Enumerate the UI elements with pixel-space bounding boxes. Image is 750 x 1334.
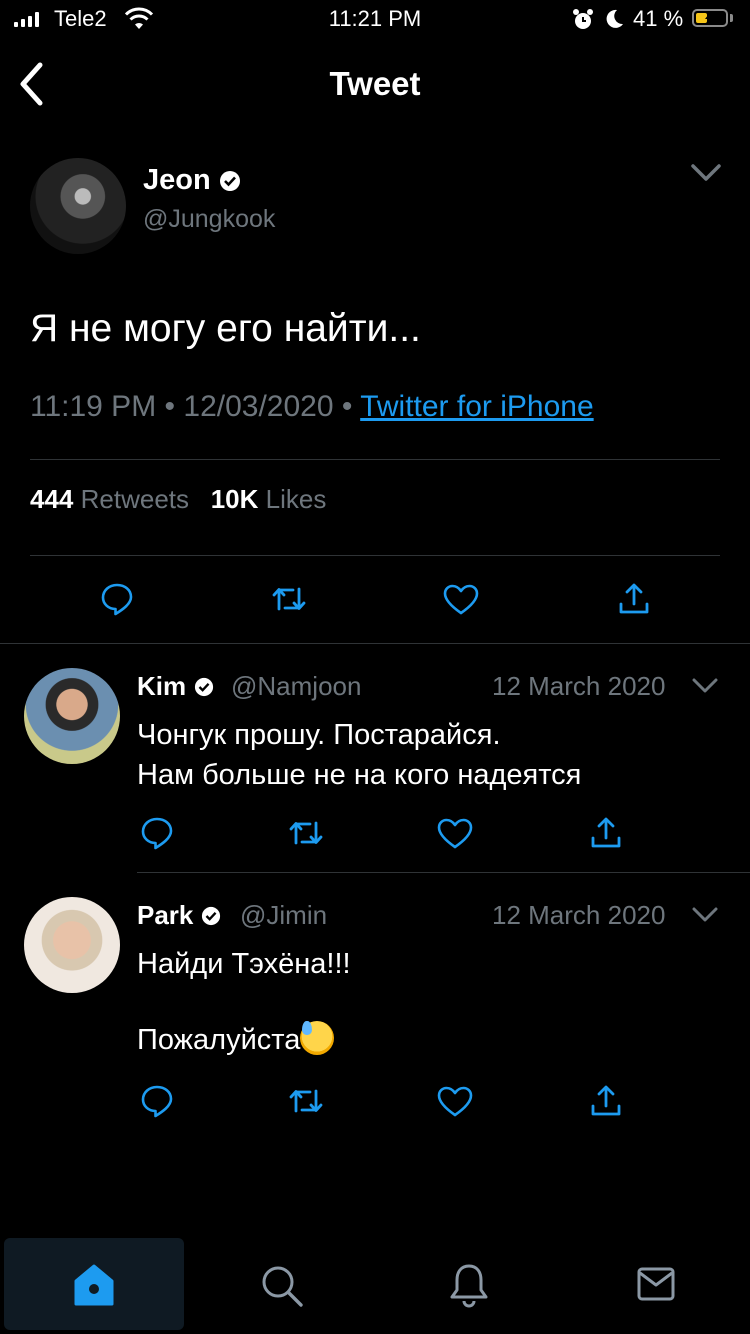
tab-home[interactable] — [4, 1238, 184, 1330]
tweet-options-button[interactable] — [690, 163, 722, 188]
chevron-down-icon — [692, 907, 718, 922]
share-icon — [619, 583, 649, 614]
retweet-icon — [289, 821, 323, 845]
reply-text: Пожалуйста — [137, 1020, 335, 1060]
meta-separator-2: • — [341, 390, 353, 423]
reply-text-line: Чонгук прошу. Постарайся. — [137, 719, 501, 751]
retweet-icon — [289, 1089, 323, 1113]
retweet-button[interactable] — [288, 818, 324, 848]
reply-button[interactable] — [140, 1084, 174, 1118]
search-icon — [262, 1266, 303, 1307]
share-button[interactable] — [590, 816, 622, 850]
reply-button[interactable] — [100, 582, 134, 616]
bell-icon — [450, 1264, 488, 1308]
battery-cap — [730, 14, 733, 22]
tab-search[interactable] — [260, 1264, 304, 1313]
meta-separator: • — [164, 390, 176, 423]
reply-text-line: Найди Тэхёна!!! — [137, 948, 351, 980]
verified-badge-icon — [219, 170, 240, 191]
reply-icon — [101, 583, 133, 616]
status-bar: Tele2 11:21 PM 41 % — [0, 0, 750, 40]
reply-options-button[interactable] — [692, 907, 718, 928]
reply-text: Чонгук прошу. Постарайся. Нам больше не … — [137, 715, 581, 795]
avatar[interactable] — [30, 158, 126, 254]
like-button[interactable] — [437, 1086, 473, 1118]
like-button[interactable] — [437, 818, 473, 850]
likes-label: Likes — [265, 484, 327, 514]
tweet-date: 12/03/2020 — [183, 390, 334, 423]
share-button[interactable] — [590, 1084, 622, 1118]
reply-text: Найди Тэхёна!!! — [137, 944, 351, 984]
reply-author-name: Kim — [137, 671, 187, 701]
chevron-down-icon — [691, 164, 721, 181]
divider — [30, 555, 720, 556]
retweets-count: 444 — [30, 484, 74, 514]
likes-stat[interactable]: 10K Likes — [211, 484, 327, 514]
tweet-source-link[interactable]: Twitter for iPhone — [360, 390, 593, 423]
battery-charging-icon — [692, 9, 728, 27]
tab-notifications[interactable] — [449, 1262, 489, 1313]
retweet-icon — [272, 587, 306, 611]
page-title: Tweet — [329, 65, 421, 102]
reply-author-name-row[interactable]: Kim — [137, 671, 214, 702]
heart-icon — [437, 1086, 473, 1117]
tweet-time: 11:19 PM — [30, 390, 157, 423]
divider — [0, 643, 750, 644]
downcast-face-with-sweat-emoji-icon — [300, 1021, 335, 1055]
reply-button[interactable] — [140, 816, 174, 850]
share-icon — [591, 817, 621, 848]
like-button[interactable] — [443, 584, 479, 616]
reply-author-handle[interactable]: @Namjoon — [231, 671, 361, 702]
share-button[interactable] — [618, 582, 650, 616]
battery-percent: 41 % — [633, 6, 684, 31]
author-name-row[interactable]: Jeon — [143, 164, 241, 197]
share-icon — [591, 1085, 621, 1116]
divider — [30, 459, 720, 460]
reply-text-line: Нам больше не на кого надеятся — [137, 759, 582, 791]
reply-author-handle[interactable]: @Jimin — [240, 900, 327, 931]
tweet-stats: 444 Retweets 10K Likes — [30, 484, 326, 515]
retweet-button[interactable] — [271, 584, 307, 614]
reply-icon — [141, 1085, 173, 1118]
retweets-stat[interactable]: 444 Retweets — [30, 484, 189, 514]
retweet-button[interactable] — [288, 1086, 324, 1116]
home-icon — [74, 1264, 114, 1306]
verified-badge-icon — [202, 906, 221, 925]
reply-options-button[interactable] — [692, 678, 718, 699]
reply-date: 12 March 2020 — [492, 900, 666, 930]
avatar[interactable] — [24, 897, 120, 993]
divider — [137, 872, 750, 873]
likes-count: 10K — [210, 484, 259, 514]
reply-author-name-row[interactable]: Park — [137, 900, 221, 931]
retweets-label: Retweets — [80, 484, 190, 514]
reply-date: 12 March 2020 — [492, 671, 666, 701]
tab-messages[interactable] — [637, 1267, 675, 1306]
alarm-icon — [572, 8, 594, 38]
chevron-down-icon — [692, 678, 718, 693]
verified-badge-icon — [195, 677, 214, 696]
author-name: Jeon — [143, 164, 211, 196]
envelope-icon — [637, 1267, 675, 1301]
moon-icon — [603, 8, 625, 36]
avatar[interactable] — [24, 668, 120, 764]
tweet-text: Я не могу его найти... — [30, 307, 421, 350]
heart-icon — [443, 584, 479, 615]
reply-icon — [141, 817, 173, 850]
author-handle[interactable]: @Jungkook — [143, 205, 275, 234]
heart-icon — [437, 818, 473, 849]
reply-text-line: Пожалуйста — [137, 1024, 301, 1056]
reply-author-name: Park — [137, 900, 194, 930]
tweet-meta: 11:19 PM • 12/03/2020 • Twitter for iPho… — [30, 390, 594, 424]
